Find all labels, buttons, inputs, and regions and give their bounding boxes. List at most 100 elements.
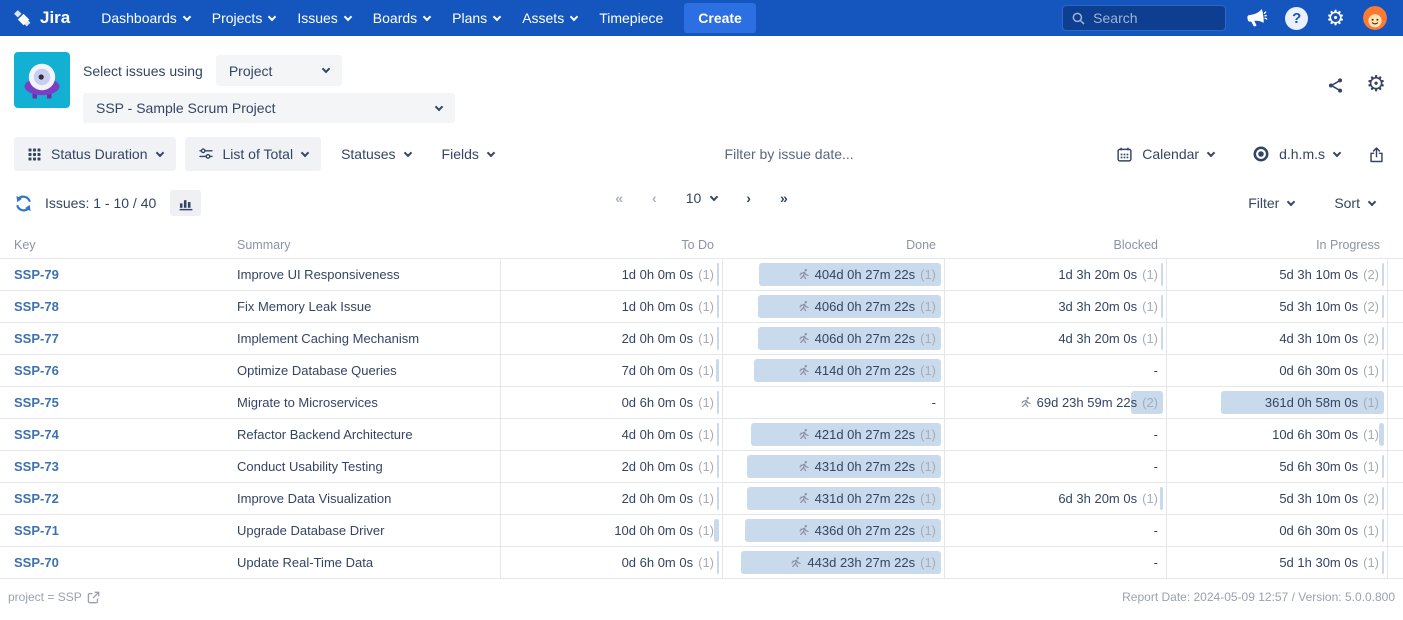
table-row: SSP-74Refactor Backend Architecture4d 0h… — [0, 419, 1403, 451]
export-button[interactable] — [1364, 137, 1389, 171]
issue-key-cell: SSP-75 — [0, 387, 232, 418]
chevron-down-icon — [570, 12, 578, 20]
jql-query-link[interactable]: project = SSP — [8, 590, 100, 604]
nav-item-plans[interactable]: Plans — [441, 0, 511, 36]
duration-cell-done: 421d 0h 27m 22s(1) — [722, 419, 944, 450]
status-count: (1) — [1363, 523, 1379, 538]
duration-value: 4d 3h 10m 0s — [1279, 331, 1358, 346]
issue-summary: Fix Memory Leak Issue — [232, 291, 500, 322]
filter-button[interactable]: Filter — [1248, 195, 1294, 211]
report-info: Report Date: 2024-05-09 12:57 / Version:… — [1122, 590, 1395, 604]
nav-item-timepiece[interactable]: Timepiece — [588, 0, 674, 36]
view-mode-button[interactable]: List of Total — [185, 137, 322, 171]
duration-value: 406d 0h 27m 22s — [815, 299, 915, 314]
help-icon[interactable]: ? — [1285, 7, 1308, 30]
duration-cell-to-do: 7d 0h 0m 0s(1) — [500, 355, 722, 386]
issue-key-link[interactable]: SSP-79 — [14, 267, 59, 282]
duration-cell-in-progress: 0d 6h 30m 0s(1) — [1166, 355, 1388, 386]
status-count: (1) — [920, 267, 936, 282]
page-size-select[interactable]: 10 — [686, 190, 718, 206]
report-type-button[interactable]: Status Duration — [14, 137, 176, 171]
issue-summary: Improve Data Visualization — [232, 483, 500, 514]
duration-value: - — [1154, 363, 1158, 378]
duration-cell-in-progress: 5d 1h 30m 0s(1) — [1166, 547, 1388, 578]
issue-key-link[interactable]: SSP-76 — [14, 363, 59, 378]
prev-page-button[interactable]: ‹ — [652, 190, 657, 206]
chevron-down-icon — [403, 148, 411, 156]
issue-source-select[interactable]: Project — [216, 55, 342, 86]
issue-key-cell: SSP-78 — [0, 291, 232, 322]
duration-cell-done: 406d 0h 27m 22s(1) — [722, 323, 944, 354]
calendar-button[interactable]: Calendar — [1106, 137, 1224, 171]
search-icon — [1071, 11, 1086, 26]
status-count: (1) — [698, 299, 714, 314]
nav-item-boards[interactable]: Boards — [362, 0, 441, 36]
status-count: (2) — [1142, 395, 1158, 410]
issue-summary: Update Real-Time Data — [232, 547, 500, 578]
issue-key-link[interactable]: SSP-72 — [14, 491, 59, 506]
chevron-down-icon — [1287, 197, 1295, 205]
share-icon[interactable] — [1326, 76, 1345, 95]
issue-summary: Upgrade Database Driver — [232, 515, 500, 546]
sort-button[interactable]: Sort — [1334, 195, 1375, 211]
duration-cell-done: - — [722, 387, 944, 418]
user-avatar[interactable] — [1363, 6, 1387, 30]
issue-key-link[interactable]: SSP-70 — [14, 555, 59, 570]
column-header-inprogress: In Progress — [1166, 238, 1388, 252]
duration-bar — [1161, 295, 1163, 318]
duration-value: - — [932, 395, 936, 410]
refresh-button[interactable] — [14, 194, 33, 213]
chevron-down-icon — [487, 148, 495, 156]
duration-cell-in-progress: 10d 6h 30m 0s(1) — [1166, 419, 1388, 450]
report-settings-gear-icon[interactable]: ⚙ — [1366, 74, 1386, 96]
issue-key-link[interactable]: SSP-73 — [14, 459, 59, 474]
statuses-button[interactable]: Statuses — [330, 137, 421, 171]
search-input[interactable] — [1093, 10, 1217, 26]
status-count: (1) — [1142, 331, 1158, 346]
duration-bar — [714, 519, 719, 542]
sliders-icon — [198, 146, 214, 162]
chevron-down-icon — [710, 192, 718, 200]
issue-key-link[interactable]: SSP-78 — [14, 299, 59, 314]
duration-value: - — [1154, 523, 1158, 538]
duration-cell-blocked: 4d 3h 20m 0s(1) — [944, 323, 1166, 354]
issue-key-link[interactable]: SSP-77 — [14, 331, 59, 346]
navbar-search-box[interactable] — [1062, 5, 1226, 31]
create-button[interactable]: Create — [684, 3, 756, 33]
issue-key-link[interactable]: SSP-75 — [14, 395, 59, 410]
issue-date-filter[interactable]: Filter by issue date... — [725, 146, 854, 162]
nav-item-issues[interactable]: Issues — [286, 0, 361, 36]
next-page-button[interactable]: › — [746, 190, 751, 206]
status-count: (2) — [1363, 299, 1379, 314]
duration-value: 414d 0h 27m 22s — [815, 363, 915, 378]
chevron-down-icon — [1333, 148, 1341, 156]
project-select[interactable]: SSP - Sample Scrum Project — [83, 93, 455, 123]
issue-key-link[interactable]: SSP-74 — [14, 427, 59, 442]
issues-table: Key Summary To Do Done Blocked In Progre… — [0, 231, 1403, 579]
duration-value: 406d 0h 27m 22s — [815, 331, 915, 346]
last-page-button[interactable]: » — [780, 190, 788, 206]
target-icon — [1252, 145, 1270, 163]
duration-bar — [1382, 295, 1384, 318]
duration-value: 5d 3h 10m 0s — [1279, 299, 1358, 314]
chart-view-button[interactable] — [170, 190, 201, 216]
settings-gear-icon[interactable]: ⚙ — [1326, 8, 1345, 29]
jira-home-link[interactable]: Jira — [12, 8, 70, 29]
status-count: (1) — [698, 395, 714, 410]
time-format-button[interactable]: d.h.m.s — [1242, 137, 1350, 171]
nav-item-dashboards[interactable]: Dashboards — [90, 0, 201, 36]
status-count: (1) — [698, 331, 714, 346]
issue-key-cell: SSP-79 — [0, 259, 232, 290]
timepiece-app-icon — [14, 52, 70, 108]
announcements-megaphone-icon[interactable] — [1245, 7, 1267, 29]
fields-button[interactable]: Fields — [431, 137, 505, 171]
issue-key-link[interactable]: SSP-71 — [14, 523, 59, 538]
status-count: (1) — [920, 491, 936, 506]
column-header-blocked: Blocked — [944, 238, 1166, 252]
status-count: (1) — [920, 363, 936, 378]
running-status-icon — [797, 268, 810, 281]
nav-item-assets[interactable]: Assets — [511, 0, 588, 36]
jira-logo-icon — [12, 8, 33, 29]
first-page-button[interactable]: « — [615, 190, 623, 206]
nav-item-projects[interactable]: Projects — [201, 0, 287, 36]
